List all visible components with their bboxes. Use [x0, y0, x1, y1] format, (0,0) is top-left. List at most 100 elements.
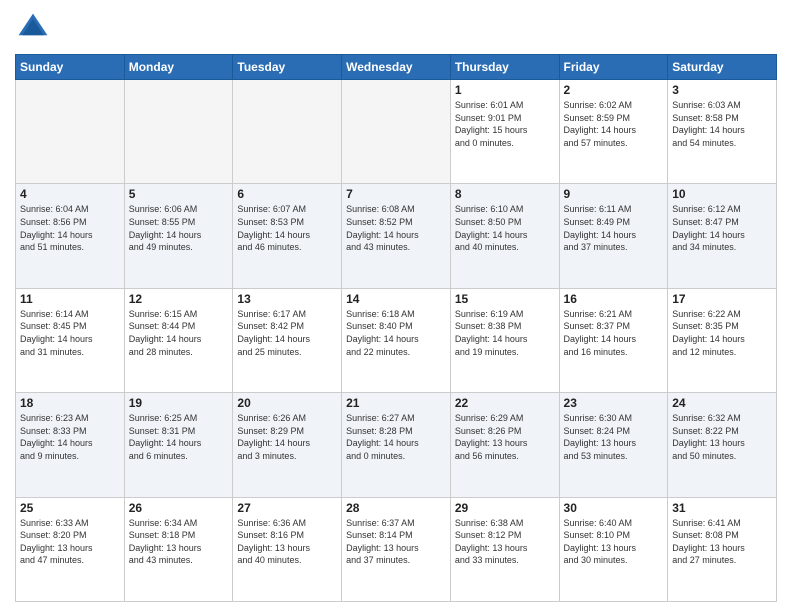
week-row-4: 25 Sunrise: 6:33 AM Sunset: 8:20 PM Dayli…	[16, 497, 777, 601]
day-number: 6	[237, 187, 337, 201]
day-info: Sunrise: 6:11 AM Sunset: 8:49 PM Dayligh…	[564, 203, 664, 253]
day-info: Sunrise: 6:19 AM Sunset: 8:38 PM Dayligh…	[455, 308, 555, 358]
day-cell: 21 Sunrise: 6:27 AM Sunset: 8:28 PM Dayli…	[342, 393, 451, 497]
day-number: 19	[129, 396, 229, 410]
day-number: 2	[564, 83, 664, 97]
day-info: Sunrise: 6:38 AM Sunset: 8:12 PM Dayligh…	[455, 517, 555, 567]
day-cell: 4 Sunrise: 6:04 AM Sunset: 8:56 PM Daylig…	[16, 184, 125, 288]
day-number: 15	[455, 292, 555, 306]
day-info: Sunrise: 6:15 AM Sunset: 8:44 PM Dayligh…	[129, 308, 229, 358]
day-cell	[233, 80, 342, 184]
day-info: Sunrise: 6:41 AM Sunset: 8:08 PM Dayligh…	[672, 517, 772, 567]
day-cell: 19 Sunrise: 6:25 AM Sunset: 8:31 PM Dayli…	[124, 393, 233, 497]
day-cell: 8Sunrise: 6:10 AM Sunset: 8:50 PM Daylig…	[450, 184, 559, 288]
day-cell: 28Sunrise: 6:37 AM Sunset: 8:14 PM Dayli…	[342, 497, 451, 601]
logo	[15, 10, 55, 46]
day-number: 29	[455, 501, 555, 515]
day-info: Sunrise: 6:23 AM Sunset: 8:33 PM Dayligh…	[20, 412, 120, 462]
day-cell: 10Sunrise: 6:12 AM Sunset: 8:47 PM Dayli…	[668, 184, 777, 288]
day-cell: 31 Sunrise: 6:41 AM Sunset: 8:08 PM Dayli…	[668, 497, 777, 601]
day-cell: 5 Sunrise: 6:06 AM Sunset: 8:55 PM Daylig…	[124, 184, 233, 288]
day-number: 18	[20, 396, 120, 410]
day-number: 22	[455, 396, 555, 410]
day-cell: 16Sunrise: 6:21 AM Sunset: 8:37 PM Dayli…	[559, 288, 668, 392]
col-header-wednesday: Wednesday	[342, 55, 451, 80]
day-cell: 11Sunrise: 6:14 AM Sunset: 8:45 PM Dayli…	[16, 288, 125, 392]
col-header-tuesday: Tuesday	[233, 55, 342, 80]
day-cell: 15 Sunrise: 6:19 AM Sunset: 8:38 PM Dayli…	[450, 288, 559, 392]
day-cell: 27 Sunrise: 6:36 AM Sunset: 8:16 PM Dayli…	[233, 497, 342, 601]
day-number: 26	[129, 501, 229, 515]
header	[15, 10, 777, 46]
day-info: Sunrise: 6:34 AM Sunset: 8:18 PM Dayligh…	[129, 517, 229, 567]
day-info: Sunrise: 6:17 AM Sunset: 8:42 PM Dayligh…	[237, 308, 337, 358]
day-info: Sunrise: 6:25 AM Sunset: 8:31 PM Dayligh…	[129, 412, 229, 462]
day-info: Sunrise: 6:18 AM Sunset: 8:40 PM Dayligh…	[346, 308, 446, 358]
day-number: 5	[129, 187, 229, 201]
day-cell	[16, 80, 125, 184]
day-info: Sunrise: 6:08 AM Sunset: 8:52 PM Dayligh…	[346, 203, 446, 253]
calendar-table: SundayMondayTuesdayWednesdayThursdayFrid…	[15, 54, 777, 602]
day-cell: 23Sunrise: 6:30 AM Sunset: 8:24 PM Dayli…	[559, 393, 668, 497]
day-cell: 25 Sunrise: 6:33 AM Sunset: 8:20 PM Dayli…	[16, 497, 125, 601]
day-info: Sunrise: 6:07 AM Sunset: 8:53 PM Dayligh…	[237, 203, 337, 253]
day-cell: 14 Sunrise: 6:18 AM Sunset: 8:40 PM Dayli…	[342, 288, 451, 392]
day-number: 13	[237, 292, 337, 306]
day-number: 30	[564, 501, 664, 515]
day-cell: 30 Sunrise: 6:40 AM Sunset: 8:10 PM Dayli…	[559, 497, 668, 601]
calendar-header-row: SundayMondayTuesdayWednesdayThursdayFrid…	[16, 55, 777, 80]
day-number: 24	[672, 396, 772, 410]
col-header-friday: Friday	[559, 55, 668, 80]
day-number: 23	[564, 396, 664, 410]
week-row-0: 1 Sunrise: 6:01 AM Sunset: 9:01 PM Daylig…	[16, 80, 777, 184]
logo-icon	[15, 10, 51, 46]
day-number: 12	[129, 292, 229, 306]
day-info: Sunrise: 6:37 AM Sunset: 8:14 PM Dayligh…	[346, 517, 446, 567]
day-cell: 17 Sunrise: 6:22 AM Sunset: 8:35 PM Dayli…	[668, 288, 777, 392]
day-cell: 12 Sunrise: 6:15 AM Sunset: 8:44 PM Dayli…	[124, 288, 233, 392]
day-number: 7	[346, 187, 446, 201]
day-number: 3	[672, 83, 772, 97]
day-cell: 9 Sunrise: 6:11 AM Sunset: 8:49 PM Daylig…	[559, 184, 668, 288]
day-cell: 22Sunrise: 6:29 AM Sunset: 8:26 PM Dayli…	[450, 393, 559, 497]
day-info: Sunrise: 6:22 AM Sunset: 8:35 PM Dayligh…	[672, 308, 772, 358]
day-number: 10	[672, 187, 772, 201]
col-header-saturday: Saturday	[668, 55, 777, 80]
day-info: Sunrise: 6:40 AM Sunset: 8:10 PM Dayligh…	[564, 517, 664, 567]
day-number: 14	[346, 292, 446, 306]
day-cell: 6 Sunrise: 6:07 AM Sunset: 8:53 PM Daylig…	[233, 184, 342, 288]
day-info: Sunrise: 6:26 AM Sunset: 8:29 PM Dayligh…	[237, 412, 337, 462]
day-cell: 18 Sunrise: 6:23 AM Sunset: 8:33 PM Dayli…	[16, 393, 125, 497]
day-cell: 29 Sunrise: 6:38 AM Sunset: 8:12 PM Dayli…	[450, 497, 559, 601]
day-cell: 13 Sunrise: 6:17 AM Sunset: 8:42 PM Dayli…	[233, 288, 342, 392]
week-row-1: 4 Sunrise: 6:04 AM Sunset: 8:56 PM Daylig…	[16, 184, 777, 288]
day-number: 11	[20, 292, 120, 306]
day-cell: 7 Sunrise: 6:08 AM Sunset: 8:52 PM Daylig…	[342, 184, 451, 288]
day-info: Sunrise: 6:06 AM Sunset: 8:55 PM Dayligh…	[129, 203, 229, 253]
day-info: Sunrise: 6:21 AM Sunset: 8:37 PM Dayligh…	[564, 308, 664, 358]
day-cell	[342, 80, 451, 184]
day-info: Sunrise: 6:33 AM Sunset: 8:20 PM Dayligh…	[20, 517, 120, 567]
page: SundayMondayTuesdayWednesdayThursdayFrid…	[0, 0, 792, 612]
day-cell: 1 Sunrise: 6:01 AM Sunset: 9:01 PM Daylig…	[450, 80, 559, 184]
day-number: 9	[564, 187, 664, 201]
day-info: Sunrise: 6:04 AM Sunset: 8:56 PM Dayligh…	[20, 203, 120, 253]
day-info: Sunrise: 6:36 AM Sunset: 8:16 PM Dayligh…	[237, 517, 337, 567]
day-info: Sunrise: 6:27 AM Sunset: 8:28 PM Dayligh…	[346, 412, 446, 462]
day-number: 1	[455, 83, 555, 97]
day-info: Sunrise: 6:10 AM Sunset: 8:50 PM Dayligh…	[455, 203, 555, 253]
col-header-thursday: Thursday	[450, 55, 559, 80]
day-info: Sunrise: 6:01 AM Sunset: 9:01 PM Dayligh…	[455, 99, 555, 149]
col-header-monday: Monday	[124, 55, 233, 80]
day-number: 21	[346, 396, 446, 410]
day-number: 20	[237, 396, 337, 410]
day-number: 17	[672, 292, 772, 306]
week-row-3: 18 Sunrise: 6:23 AM Sunset: 8:33 PM Dayli…	[16, 393, 777, 497]
day-number: 27	[237, 501, 337, 515]
day-number: 25	[20, 501, 120, 515]
day-number: 31	[672, 501, 772, 515]
day-number: 4	[20, 187, 120, 201]
day-info: Sunrise: 6:32 AM Sunset: 8:22 PM Dayligh…	[672, 412, 772, 462]
col-header-sunday: Sunday	[16, 55, 125, 80]
day-cell: 2Sunrise: 6:02 AM Sunset: 8:59 PM Daylig…	[559, 80, 668, 184]
